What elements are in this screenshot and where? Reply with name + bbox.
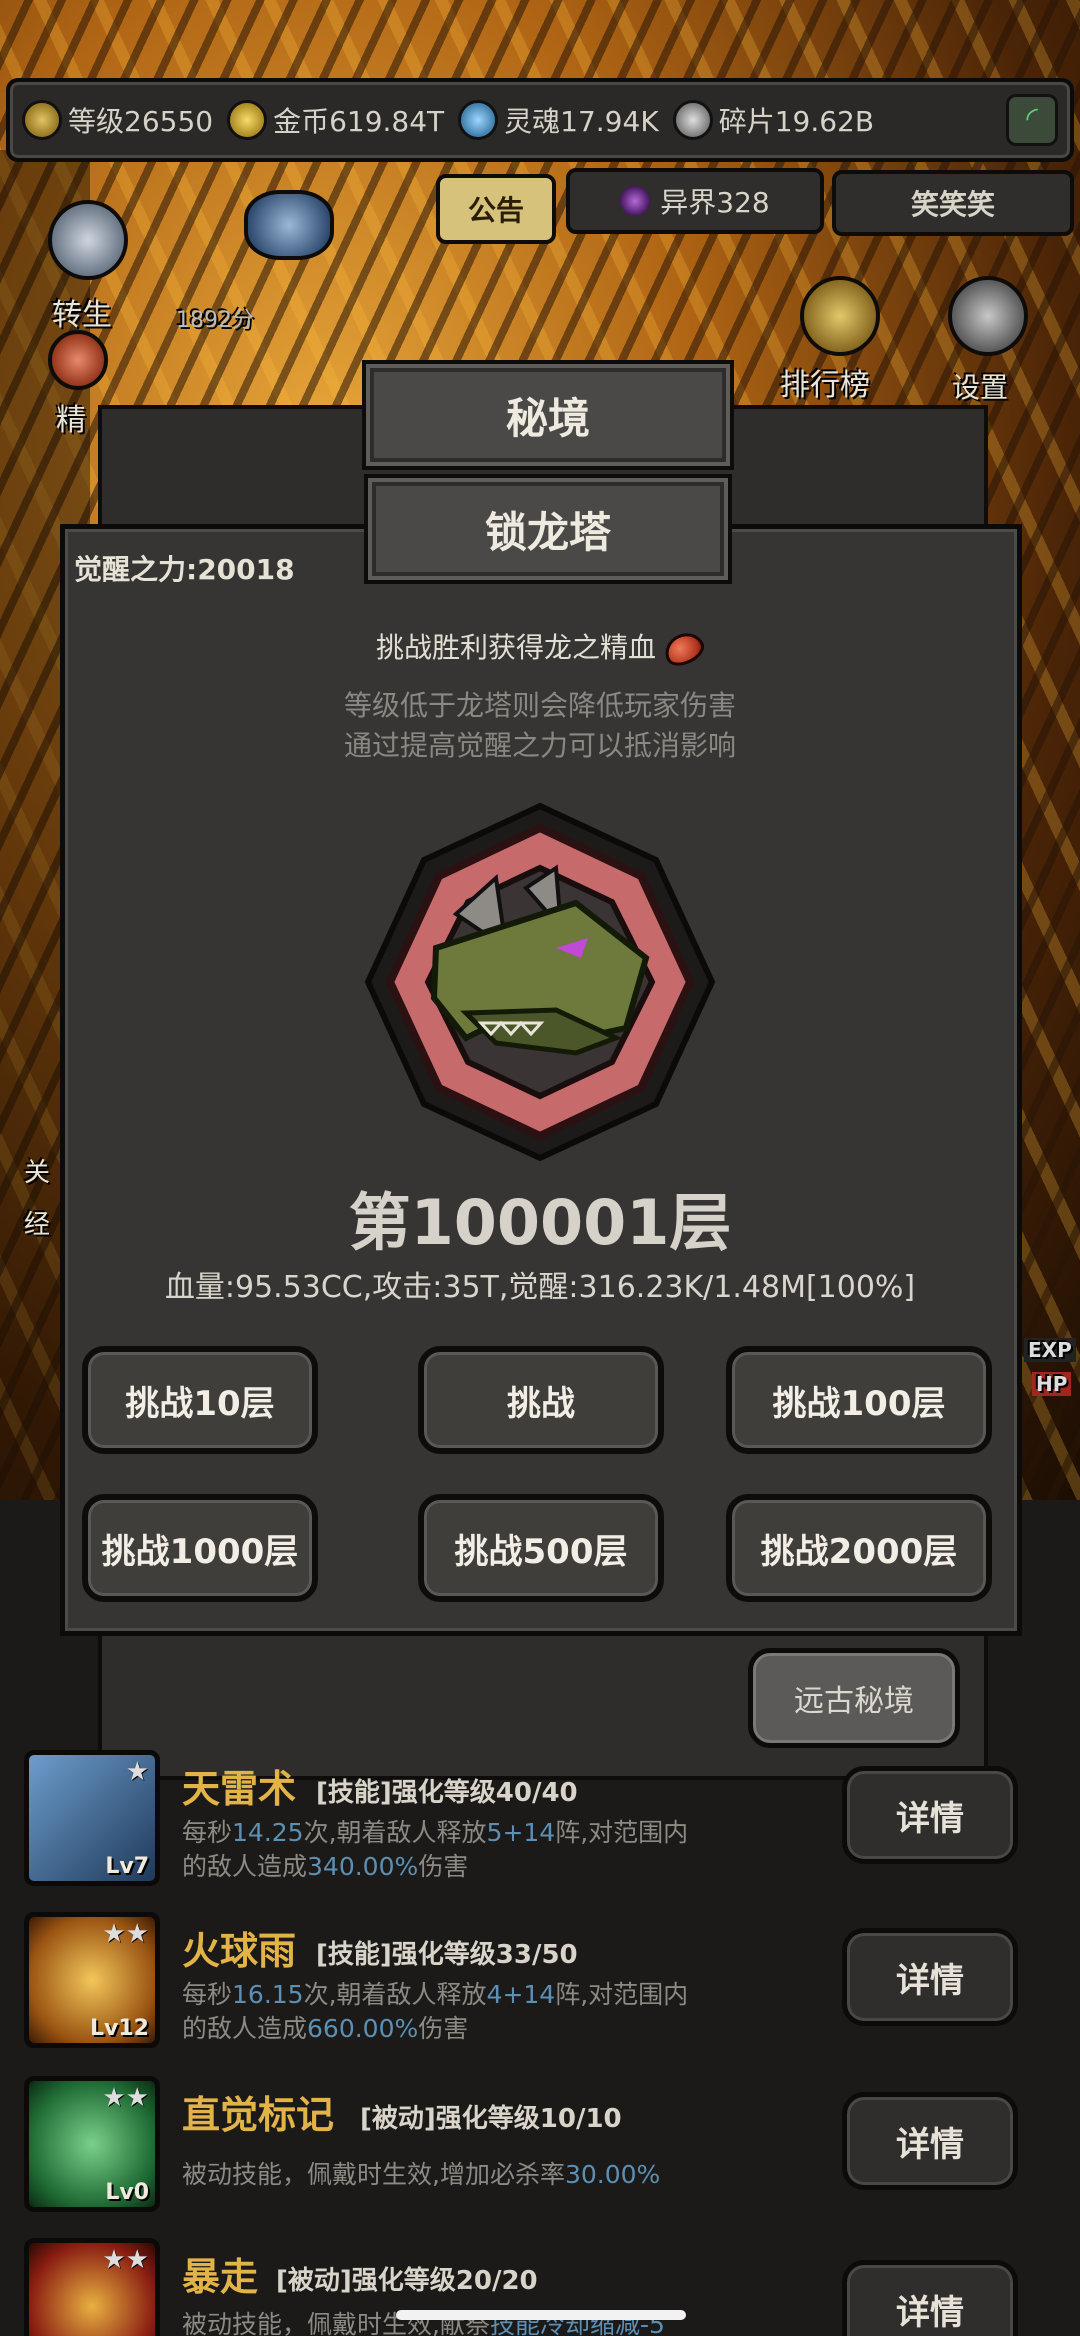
detail-button[interactable]: 详情 [842,2260,1018,2336]
secret-realm-title: 秘境 [362,360,734,470]
skill-level: Lv0 [105,2180,149,2205]
gold-resource: 金币619.84T [227,100,444,140]
level-value: 等级26550 [68,105,214,138]
skill-name: 暴走 [182,2255,259,2299]
exp-tag: EXP [1024,1338,1076,1362]
fireball-skill-icon: ★★ Lv12 [24,1912,160,2048]
shard-resource: 碎片19.62B [672,100,875,140]
star-icon: ★★ [102,2083,149,2113]
intuition-mark-skill-icon: ★★ Lv0 [24,2076,160,2212]
shard-icon [672,100,713,140]
ranking-label: 排行榜 [780,368,870,403]
hp-tag: HP [1032,1372,1072,1396]
detail-button[interactable]: 详情 [842,1928,1018,2026]
list-item: ★★ 暴走 [被动]强化等级20/20 被动技能，佩戴时生效,献祭技能冷却缩减-… [0,2238,1080,2336]
player-name-button[interactable]: 笑笑笑 [832,170,1074,236]
list-item: ★★ Lv0 直觉标记 [被动]强化等级10/10 被动技能，佩戴时生效,增加必… [0,2076,1080,2236]
star-icon: ★★ [102,2245,149,2275]
refine-icon[interactable] [48,330,108,390]
skill-name: 火球雨 [182,1929,297,1973]
star-icon: ★★ [102,1919,149,1949]
settings-label: 设置 [952,371,1009,404]
reward-line: 挑战胜利获得龙之精血 [0,626,1080,672]
skill-desc-line2: 的敌人造成660.00%伤害 [182,2014,469,2043]
shard-value: 碎片19.62B [718,105,875,138]
challenge-100-button[interactable]: 挑战100层 [726,1346,992,1454]
challenge-10-button[interactable]: 挑战10层 [82,1346,318,1454]
challenge-button[interactable]: 挑战 [418,1346,664,1454]
skill-tag: [被动]强化等级20/20 [276,2266,538,2296]
ancient-realm-button[interactable]: 远古秘境 [748,1648,960,1748]
home-indicator[interactable] [396,2310,686,2320]
rebirth-score: 1892分 [176,308,254,333]
crown-icon [22,100,62,140]
otherworld-label: 异界328 [660,186,770,219]
rampage-skill-icon: ★★ [24,2238,160,2336]
rebirth-icon[interactable] [48,200,128,280]
note-line-1: 等级低于龙塔则会降低玩家伤害 [343,689,736,722]
skill-desc-line1: 每秒16.15次,朝着敌人释放4+14阵,对范围内 [182,1980,689,2009]
portal-icon [620,186,651,216]
challenge-500-button[interactable]: 挑战500层 [418,1494,664,1602]
thunder-skill-icon: ★ Lv7 [24,1750,160,1886]
star-icon: ★ [125,1757,149,1787]
detail-button[interactable]: 详情 [842,1766,1018,1864]
dragon-tower-title: 锁龙塔 [364,474,732,584]
coin-icon [227,100,268,140]
skill-level: Lv7 [105,1854,149,1879]
list-item: ★★ Lv12 火球雨 [技能]强化等级33/50 每秒16.15次,朝着敌人释… [0,1912,1080,2072]
skill-desc-line2: 的敌人造成340.00%伤害 [182,1852,469,1881]
gem-icon [244,190,334,260]
soul-value: 灵魂17.94K [504,105,659,138]
skill-tag: [技能]强化等级40/40 [316,1778,578,1808]
dragon-blood-icon [659,626,709,672]
skill-desc-line1: 被动技能，佩戴时生效,增加必杀率30.00% [182,2160,661,2189]
notice-button[interactable]: 公告 [436,174,556,244]
enemy-stats: 血量:95.53CC,攻击:35T,觉醒:316.23K/1.48M[100%] [164,1270,916,1305]
reward-text: 挑战胜利获得龙之精血 [375,631,656,664]
level-resource: 等级26550 [22,100,213,140]
skill-tag: [被动]强化等级10/10 [360,2104,622,2134]
gold-value: 金币619.84T [273,105,445,138]
note-line-2: 通过提高觉醒之力可以抵消影响 [343,729,736,762]
rebirth-label: 转生 [52,298,112,333]
skill-level: Lv12 [90,2016,149,2041]
skill-desc-line1: 每秒14.25次,朝着敌人释放5+14阵,对范围内 [182,1818,689,1847]
awaken-power-label: 觉醒之力:20018 [74,553,295,586]
challenge-2000-button[interactable]: 挑战2000层 [726,1494,992,1602]
challenge-1000-button[interactable]: 挑战1000层 [82,1494,318,1602]
resource-bar: 等级26550 金币619.84T 灵魂17.94K 碎片19.62B ◜ [6,78,1074,162]
skill-tag: [技能]强化等级33/50 [316,1940,578,1970]
soul-resource: 灵魂17.94K [458,100,659,140]
skill-name: 直觉标记 [182,2093,335,2137]
gear-icon[interactable] [948,276,1028,356]
floor-number: 第100001层 [348,1186,732,1259]
skill-name: 天雷术 [182,1767,297,1811]
soul-icon [458,100,499,140]
refine-label: 精 [56,403,86,438]
otherworld-button[interactable]: 异界328 [566,168,824,234]
signal-button[interactable]: ◜ [1006,94,1058,146]
dragon-emblem-icon [364,802,716,1162]
list-item: ★ Lv7 天雷术 [技能]强化等级40/40 每秒14.25次,朝着敌人释放5… [0,1750,1080,1910]
detail-button[interactable]: 详情 [842,2092,1018,2190]
trophy-icon[interactable] [800,276,880,356]
signal-icon: ◜ [1026,101,1038,136]
